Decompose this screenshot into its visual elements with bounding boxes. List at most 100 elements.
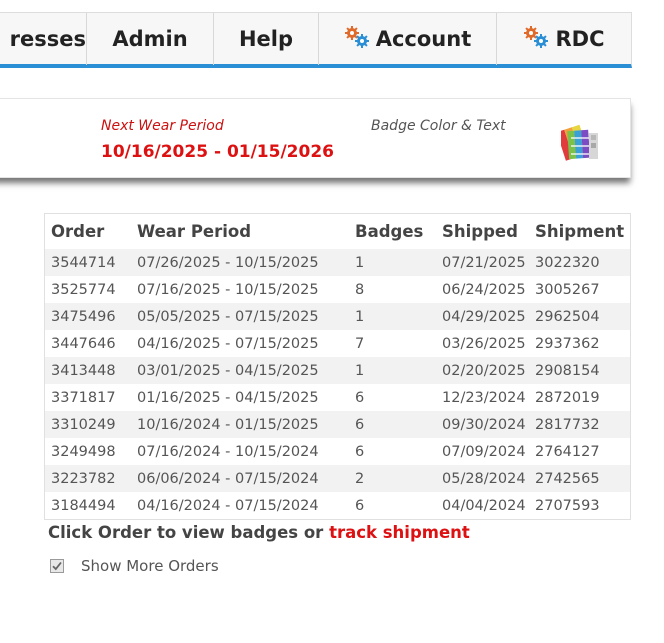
table-row[interactable]: 3310249 10/16/2024 - 01/15/2025 6 09/30/202… — [44, 411, 631, 438]
track-shipment-link[interactable]: track shipment — [329, 523, 470, 542]
order-number-link[interactable]: 3447646 — [51, 336, 116, 352]
column-header-shipment: Shipment — [535, 222, 625, 241]
cell-shipped: 07/21/2025 — [436, 249, 529, 276]
color-palette-icon[interactable] — [556, 123, 603, 163]
show-more-label: Show More Orders — [81, 557, 219, 575]
table-row[interactable]: 3447646 04/16/2025 - 07/15/2025 7 03/26/202… — [44, 330, 631, 357]
cell-wear-period: 07/16/2024 - 10/15/2024 — [131, 438, 349, 465]
cell-order: 3223782 — [44, 465, 131, 492]
cell-wear-period: 04/16/2025 - 07/15/2025 — [131, 330, 349, 357]
cell-shipped: 07/09/2024 — [436, 438, 529, 465]
cell-wear-period: 10/16/2024 - 01/15/2025 — [131, 411, 349, 438]
table-row[interactable]: 3249498 07/16/2024 - 10/15/2024 6 07/09/202… — [44, 438, 631, 465]
orders-table: Order Wear Period Badges Shipped Shipmen… — [44, 213, 631, 520]
cell-shipment: 2817732 — [529, 411, 631, 438]
nav-item-admin[interactable]: Admin — [87, 13, 213, 65]
nav-item-label: resses — [9, 27, 86, 51]
cell-badges: 6 — [349, 411, 436, 438]
cell-order: 3544714 — [44, 249, 131, 276]
cell-order: 3249498 — [44, 438, 131, 465]
cell-shipment: 3022320 — [529, 249, 631, 276]
cell-wear-period: 06/06/2024 - 07/15/2024 — [131, 465, 349, 492]
cell-wear-period: 07/16/2025 - 10/15/2025 — [131, 276, 349, 303]
nav-item-label: Account — [375, 27, 472, 51]
nav-item-label: Admin — [112, 27, 188, 51]
cell-shipped: 04/29/2025 — [436, 303, 529, 330]
order-number-link[interactable]: 3184494 — [51, 498, 116, 514]
cell-shipped: 09/30/2024 — [436, 411, 529, 438]
cell-shipment: 2962504 — [529, 303, 631, 330]
table-header-row: Order Wear Period Badges Shipped Shipmen… — [45, 214, 631, 250]
column-header-wear-period: Wear Period — [137, 222, 252, 241]
cell-badges: 2 — [349, 465, 436, 492]
gear-icon — [523, 16, 549, 48]
cell-shipment: 2937362 — [529, 330, 631, 357]
show-more-orders-toggle[interactable]: Show More Orders — [50, 556, 219, 576]
cell-shipment: 2742565 — [529, 465, 631, 492]
cell-shipped: 12/23/2024 — [436, 384, 529, 411]
nav-item-addresses[interactable]: resses — [0, 13, 86, 65]
cell-order: 3525774 — [44, 276, 131, 303]
order-number-link[interactable]: 3310249 — [51, 417, 116, 433]
cell-shipped: 06/24/2025 — [436, 276, 529, 303]
show-more-checkbox[interactable] — [50, 559, 64, 573]
badge-color-text-label: Badge Color & Text — [371, 118, 506, 134]
nav-item-account[interactable]: Account — [319, 13, 496, 65]
order-number-link[interactable]: 3223782 — [51, 471, 116, 487]
cell-wear-period: 04/16/2024 - 07/15/2024 — [131, 492, 349, 520]
cell-shipped: 02/20/2025 — [436, 357, 529, 384]
wear-period-card: Next Wear Period 10/16/2025 - 01/15/2026… — [0, 98, 631, 178]
order-number-link[interactable]: 3475496 — [51, 309, 116, 325]
cell-wear-period: 07/26/2025 - 10/15/2025 — [131, 249, 349, 276]
cell-order: 3310249 — [44, 411, 131, 438]
order-hint-text: Click Order to view badges or — [48, 523, 330, 542]
cell-order: 3475496 — [44, 303, 131, 330]
gear-icon — [344, 16, 370, 48]
table-row[interactable]: 3184494 04/16/2024 - 07/15/2024 6 04/04/202… — [44, 492, 631, 520]
column-header-order: Order — [51, 222, 105, 241]
table-row[interactable]: 3475496 05/05/2025 - 07/15/2025 1 04/29/202… — [44, 303, 631, 330]
cell-order: 3184494 — [44, 492, 131, 520]
table-row[interactable]: 3525774 07/16/2025 - 10/15/2025 8 06/24/202… — [44, 276, 631, 303]
order-number-link[interactable]: 3413448 — [51, 363, 116, 379]
cell-badges: 6 — [349, 384, 436, 411]
cell-badges: 8 — [349, 276, 436, 303]
nav-item-rdc[interactable]: RDC — [497, 13, 631, 65]
cell-shipment: 2872019 — [529, 384, 631, 411]
cell-shipment: 3005267 — [529, 276, 631, 303]
cell-shipment: 2764127 — [529, 438, 631, 465]
nav-item-help[interactable]: Help — [214, 13, 318, 65]
table-row[interactable]: 3544714 07/26/2025 - 10/15/2025 1 07/21/202… — [44, 249, 631, 276]
table-row[interactable]: 3413448 03/01/2025 - 04/15/2025 1 02/20/202… — [44, 357, 631, 384]
table-row[interactable]: 3371817 01/16/2025 - 04/15/2025 6 12/23/202… — [44, 384, 631, 411]
cell-shipment: 2908154 — [529, 357, 631, 384]
cell-shipped: 04/04/2024 — [436, 492, 529, 520]
cell-shipped: 05/28/2024 — [436, 465, 529, 492]
column-header-shipped: Shipped — [442, 222, 518, 241]
cell-badges: 7 — [349, 330, 436, 357]
checkmark-icon — [52, 561, 62, 571]
cell-shipment: 2707593 — [529, 492, 631, 520]
column-header-badges: Badges — [355, 222, 424, 241]
cell-badges: 1 — [349, 303, 436, 330]
cell-badges: 1 — [349, 357, 436, 384]
cell-order: 3413448 — [44, 357, 131, 384]
top-nav: resses Admin Help Account RDC — [0, 12, 632, 68]
nav-item-label: RDC — [555, 27, 605, 51]
order-number-link[interactable]: 3249498 — [51, 444, 116, 460]
order-number-link[interactable]: 3525774 — [51, 282, 116, 298]
order-hint: Click Order to view badges or track ship… — [48, 523, 470, 542]
nav-item-label: Help — [238, 27, 294, 51]
cell-wear-period: 03/01/2025 - 04/15/2025 — [131, 357, 349, 384]
cell-shipped: 03/26/2025 — [436, 330, 529, 357]
cell-order: 3447646 — [44, 330, 131, 357]
cell-order: 3371817 — [44, 384, 131, 411]
cell-badges: 6 — [349, 492, 436, 520]
cell-badges: 1 — [349, 249, 436, 276]
order-number-link[interactable]: 3371817 — [51, 390, 116, 406]
cell-wear-period: 05/05/2025 - 07/15/2025 — [131, 303, 349, 330]
next-wear-period-value: 10/16/2025 - 01/15/2026 — [101, 142, 334, 162]
table-row[interactable]: 3223782 06/06/2024 - 07/15/2024 2 05/28/202… — [44, 465, 631, 492]
next-wear-period-label: Next Wear Period — [101, 118, 224, 134]
order-number-link[interactable]: 3544714 — [51, 255, 116, 271]
